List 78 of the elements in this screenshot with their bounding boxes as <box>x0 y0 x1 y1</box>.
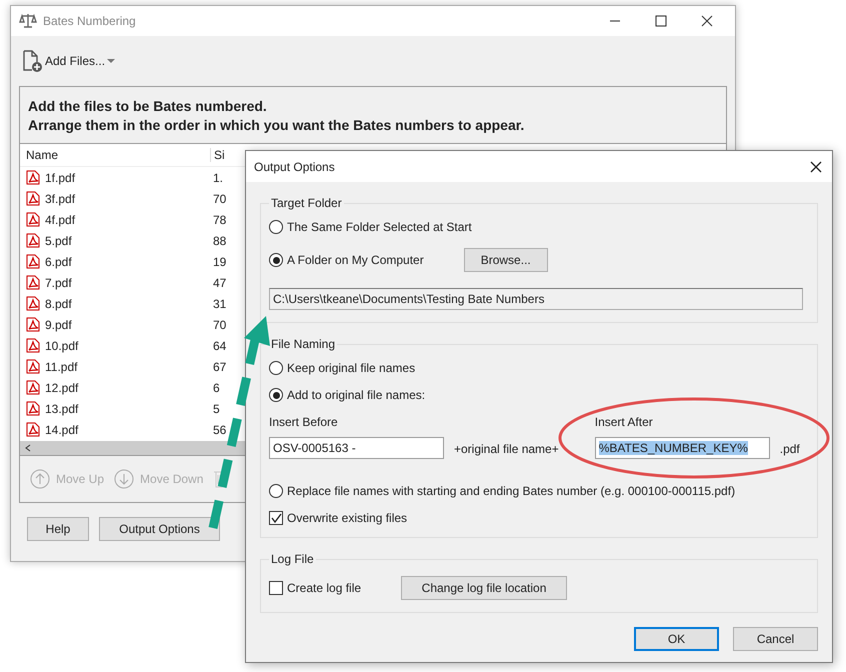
dialog-button[interactable]: Cancel <box>733 627 818 651</box>
pdf-icon <box>26 422 40 437</box>
file-name[interactable]: 14.pdf <box>45 422 78 436</box>
pdf-icon <box>26 296 40 311</box>
radio-option[interactable]: Keep original file names <box>269 361 803 375</box>
instruction-text: Add the files to be Bates numbered. <box>28 97 268 116</box>
radio-option[interactable]: Replace file names with starting and ending Bates number (e.g. 000100-000115.pdf) <box>269 484 803 498</box>
pdf-icon <box>26 233 40 248</box>
file-name[interactable]: 13.pdf <box>45 402 78 416</box>
dialog-button[interactable]: Help <box>27 517 89 541</box>
close-icon[interactable] <box>810 160 822 172</box>
scroll-left-icon[interactable] <box>24 444 32 452</box>
file-name[interactable]: 10.pdf <box>45 338 78 352</box>
file-name[interactable]: 1f.pdf <box>45 170 76 184</box>
pdf-icon <box>26 317 40 332</box>
extension-text: .pdf <box>780 442 800 458</box>
add-files-button[interactable]: Add Files... <box>19 47 118 75</box>
file-size: 70 <box>212 192 228 206</box>
file-size: 88 <box>212 234 228 248</box>
trash-icon[interactable] <box>213 469 226 489</box>
file-name[interactable]: 3f.pdf <box>45 192 76 206</box>
dialog-button[interactable]: Output Options <box>99 517 220 541</box>
field-label: Insert After <box>594 415 653 429</box>
file-size: 56 <box>212 422 228 436</box>
field-label: Insert Before <box>269 415 338 429</box>
caret-icon <box>107 58 116 64</box>
close-icon[interactable] <box>701 15 713 27</box>
file-size: 47 <box>212 276 228 290</box>
file-size: 31 <box>212 296 228 310</box>
dialog-title: Output Options <box>254 160 335 174</box>
maximize-icon[interactable] <box>655 15 667 27</box>
pdf-icon <box>26 359 40 374</box>
insert-before-field[interactable]: OSV-0005163 - <box>269 437 444 459</box>
path-field[interactable]: C:\Users\tkeane\Documents\Testing Bate Numbers <box>269 288 803 310</box>
file-size: 19 <box>212 254 228 268</box>
file-size: 67 <box>212 360 228 374</box>
browse-button[interactable]: Browse... <box>464 248 548 272</box>
file-size: 70 <box>212 318 228 332</box>
file-name[interactable]: 5.pdf <box>45 234 72 248</box>
group-label: Log File <box>270 552 315 566</box>
file-name[interactable]: 11.pdf <box>45 360 78 374</box>
file-size: 64 <box>212 338 228 352</box>
file-size: 5 <box>212 402 221 416</box>
joiner-text: +original file name+ <box>454 442 559 458</box>
file-size: 1. <box>212 170 224 184</box>
column-header[interactable]: Name <box>20 148 210 162</box>
file-name[interactable]: 9.pdf <box>45 318 72 332</box>
pdf-icon <box>26 401 40 416</box>
file-name[interactable]: 6.pdf <box>45 254 72 268</box>
column-header[interactable]: Si <box>210 148 244 162</box>
pdf-icon <box>26 212 40 227</box>
pdf-icon <box>26 275 40 290</box>
pdf-icon <box>26 170 40 185</box>
file-name[interactable]: 7.pdf <box>45 276 72 290</box>
pdf-icon <box>26 380 40 395</box>
file-name[interactable]: 4f.pdf <box>45 212 76 226</box>
file-size: 6 <box>212 380 221 394</box>
change-location-button[interactable]: Change log file location <box>401 576 568 600</box>
instruction-text: Arrange them in the order in which you want the Bates numbers to appear. <box>28 116 526 135</box>
pdf-icon <box>26 254 40 269</box>
check-icon <box>270 512 282 524</box>
radio-option[interactable]: Add to original file names: <box>269 388 803 402</box>
pdf-icon <box>26 338 40 353</box>
dialog-button[interactable]: OK <box>634 627 719 651</box>
window-title: Bates Numbering <box>43 14 136 28</box>
radio-option[interactable]: A Folder on My Computer <box>269 253 424 267</box>
pdf-icon <box>26 191 40 206</box>
scale-icon <box>19 13 37 29</box>
file-name[interactable]: 8.pdf <box>45 296 72 310</box>
add-file-icon <box>21 49 43 73</box>
file-size: 78 <box>212 212 228 226</box>
group-label: Target Folder <box>270 196 343 210</box>
checkbox-option[interactable]: Create log file <box>269 581 362 595</box>
radio-option[interactable]: The Same Folder Selected at Start <box>269 220 472 234</box>
insert-after-field[interactable]: %BATES_NUMBER_KEY% <box>594 437 770 459</box>
checkbox-option[interactable]: Overwrite existing files <box>269 511 803 525</box>
group-label: File Naming <box>270 337 336 351</box>
file-name[interactable]: 12.pdf <box>45 380 78 394</box>
